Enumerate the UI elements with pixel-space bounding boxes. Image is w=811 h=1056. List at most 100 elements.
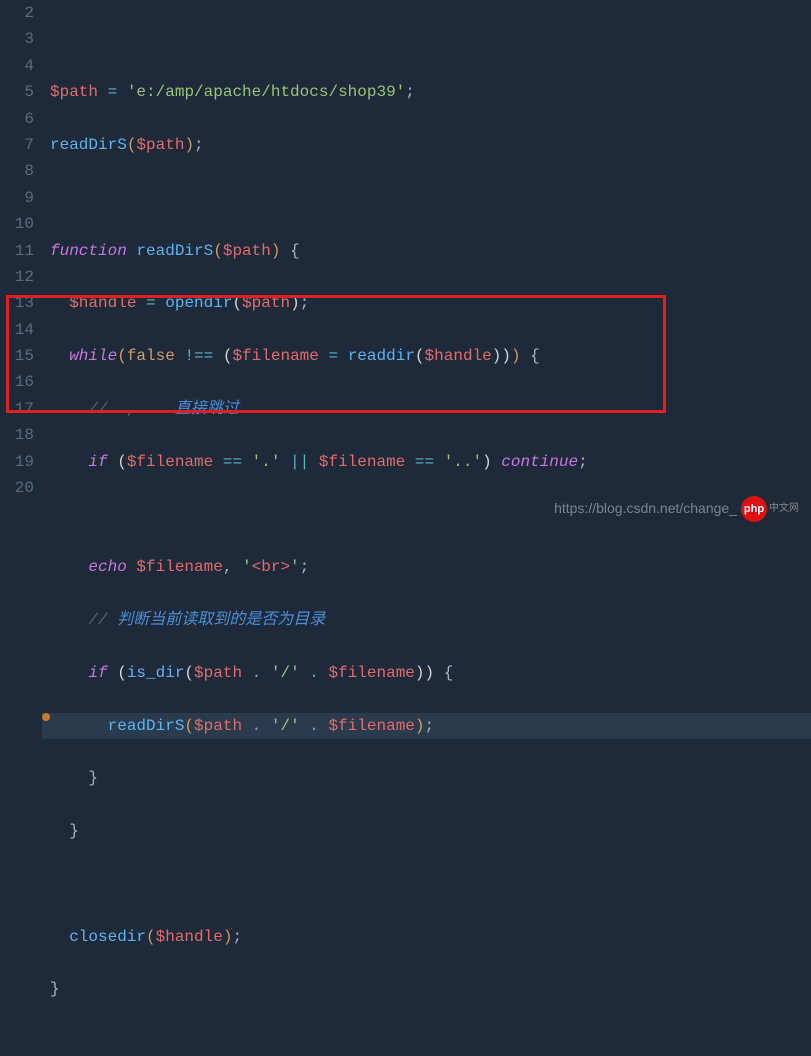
comma: , — [223, 558, 242, 576]
paren: ) — [501, 347, 511, 365]
line-number: 7 — [4, 132, 34, 158]
code-line: echo $filename, '<br>'; — [50, 554, 811, 580]
function-call: readdir — [348, 347, 415, 365]
semicolon: ; — [405, 83, 415, 101]
operator: = — [98, 83, 127, 101]
comment: 直接跳过 — [175, 400, 239, 418]
brace: { — [530, 347, 540, 365]
variable: $filename — [127, 558, 223, 576]
function-call: closedir — [69, 928, 146, 946]
line-number: 14 — [4, 317, 34, 343]
string-literal: 'e:/amp/apache/htdocs/shop39' — [127, 83, 405, 101]
line-number: 17 — [4, 396, 34, 422]
line-number: 20 — [4, 475, 34, 501]
paren: ) — [425, 664, 444, 682]
code-line: // 判断当前读取到的是否为目录 — [50, 607, 811, 633]
variable: $filename — [328, 664, 414, 682]
line-number: 4 — [4, 53, 34, 79]
line-number: 9 — [4, 185, 34, 211]
line-number: 12 — [4, 264, 34, 290]
brace: { — [290, 242, 300, 260]
line-number-gutter: 2 3 4 5 6 7 8 9 10 11 12 13 14 15 16 17 … — [0, 0, 42, 534]
paren: ( — [213, 242, 223, 260]
operator: || — [280, 453, 318, 471]
gutter-marker-icon — [42, 713, 50, 721]
code-content[interactable]: $path = 'e:/amp/apache/htdocs/shop39'; r… — [42, 0, 811, 534]
string-literal: '/' — [271, 717, 300, 735]
operator: = — [319, 347, 348, 365]
operator: = — [136, 294, 165, 312]
code-line — [50, 26, 811, 52]
comment: // — [88, 611, 117, 629]
variable: $filename — [319, 453, 405, 471]
function-call: readDirS — [50, 136, 127, 154]
paren: ) — [290, 294, 300, 312]
code-line: function readDirS($path) { — [50, 238, 811, 264]
code-line: $handle = opendir($path); — [50, 290, 811, 316]
code-line — [50, 871, 811, 897]
operator: . — [242, 717, 271, 735]
function-call: is_dir — [127, 664, 185, 682]
code-line: } — [50, 818, 811, 844]
string-literal: '/' — [271, 664, 300, 682]
brace: } — [50, 980, 60, 998]
paren: ( — [108, 664, 127, 682]
keyword: if — [88, 453, 107, 471]
line-number: 19 — [4, 449, 34, 475]
variable: $filename — [232, 347, 318, 365]
brace: } — [88, 769, 98, 787]
variable: $path — [242, 294, 290, 312]
line-number: 16 — [4, 369, 34, 395]
brace: { — [444, 664, 454, 682]
code-line: if (is_dir($path . '/' . $filename)) { — [50, 660, 811, 686]
string-literal: '.' — [252, 453, 281, 471]
keyword: continue — [501, 453, 578, 471]
operator: == — [405, 453, 443, 471]
variable: $filename — [127, 453, 213, 471]
line-number: 18 — [4, 422, 34, 448]
variable: $path — [50, 83, 98, 101]
code-line: } — [50, 976, 811, 1002]
line-number: 8 — [4, 158, 34, 184]
paren: ) — [482, 453, 501, 471]
variable: $filename — [328, 717, 414, 735]
code-line: if ($filename == '.' || $filename == '..… — [50, 449, 811, 475]
operator: . — [242, 664, 271, 682]
operator: !== — [175, 347, 223, 365]
line-number: 2 — [4, 0, 34, 26]
keyword: while — [69, 347, 117, 365]
keyword: if — [88, 664, 107, 682]
line-number: 11 — [4, 238, 34, 264]
variable: $handle — [69, 294, 136, 312]
comment: 判断当前读取到的是否为目录 — [117, 611, 325, 629]
code-line: closedir($handle); — [50, 924, 811, 950]
variable: $path — [194, 664, 242, 682]
code-editor: 2 3 4 5 6 7 8 9 10 11 12 13 14 15 16 17 … — [0, 0, 811, 534]
logo-subtext: 中文网 — [769, 501, 799, 518]
semicolon: ; — [425, 717, 435, 735]
variable: $path — [136, 136, 184, 154]
variable: $path — [223, 242, 271, 260]
code-line-active: readDirS($path . '/' . $filename); — [42, 713, 811, 739]
paren: ( — [146, 928, 156, 946]
line-number: 6 — [4, 106, 34, 132]
paren: ) — [415, 664, 425, 682]
operator: . — [300, 717, 329, 735]
code-line: readDirS($path); — [50, 132, 811, 158]
string-literal: ' — [290, 558, 300, 576]
line-number: 5 — [4, 79, 34, 105]
line-number: 3 — [4, 26, 34, 52]
paren: ( — [415, 347, 425, 365]
paren: ) — [492, 347, 502, 365]
line-number: 13 — [4, 290, 34, 316]
variable: $handle — [425, 347, 492, 365]
variable: $path — [194, 717, 242, 735]
paren: ( — [117, 347, 127, 365]
code-line: } — [50, 765, 811, 791]
semicolon: ; — [300, 558, 310, 576]
html-tag: <br> — [252, 558, 290, 576]
code-line — [50, 185, 811, 211]
brace: } — [69, 822, 79, 840]
watermark-url: https://blog.csdn.net/change_ — [554, 497, 737, 520]
string-literal: ' — [242, 558, 252, 576]
